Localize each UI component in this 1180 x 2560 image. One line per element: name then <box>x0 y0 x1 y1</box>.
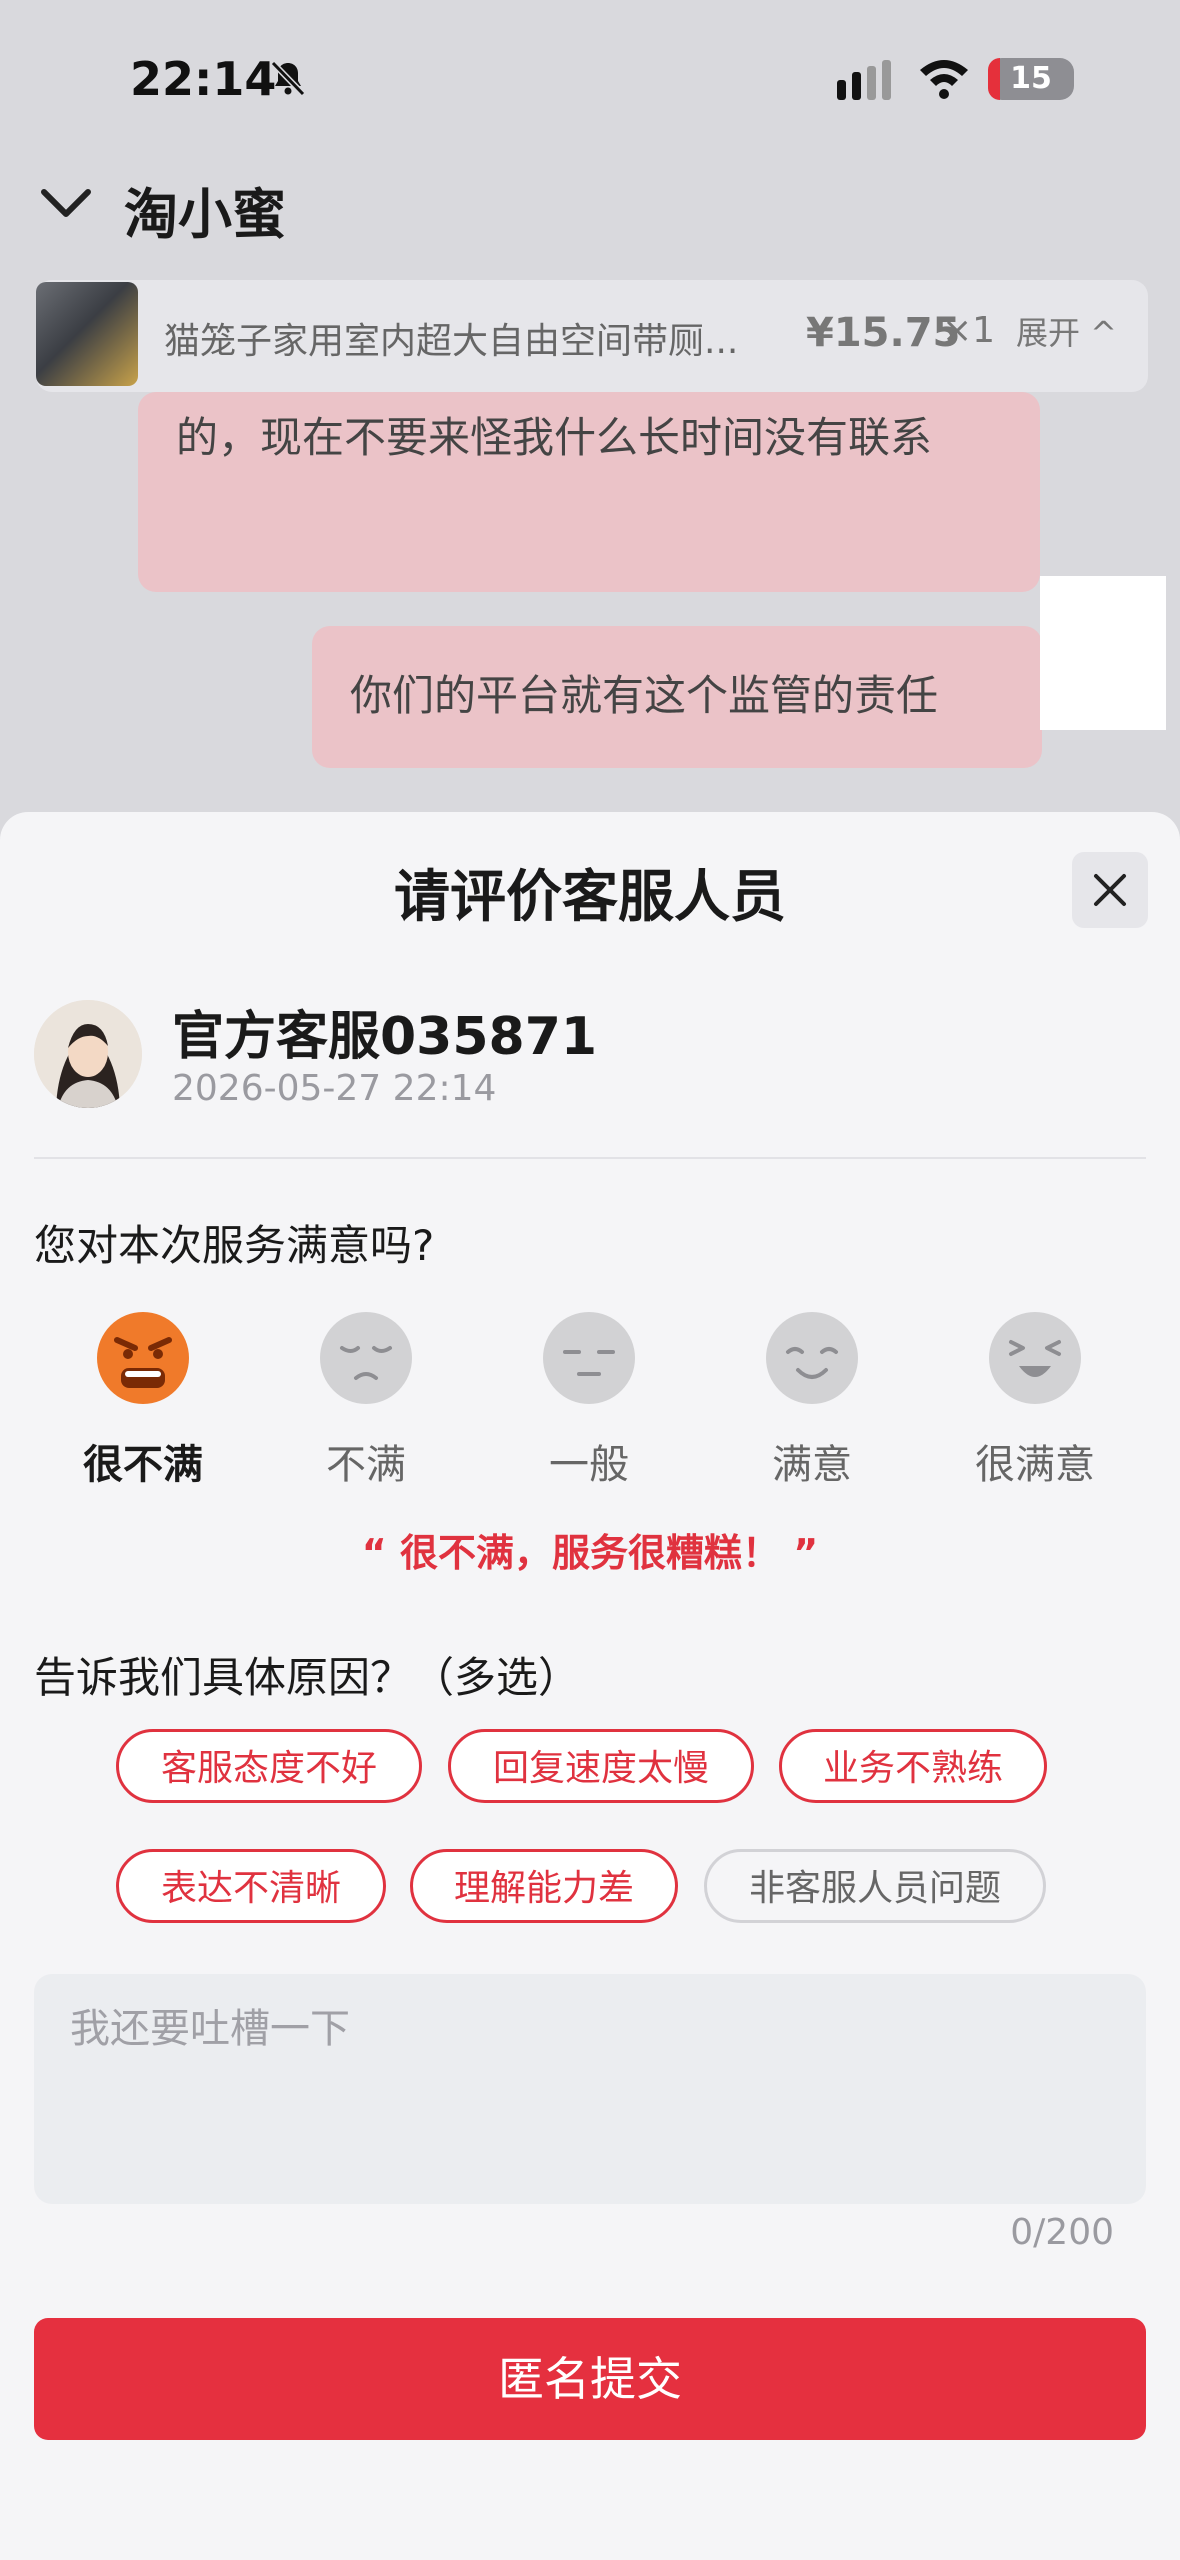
angry-face-icon <box>97 1312 189 1404</box>
battery-indicator: 15 <box>988 58 1074 100</box>
agent-name: 官方客服035871 <box>172 1007 598 1067</box>
reason-chip[interactable]: 非客服人员问题 <box>704 1849 1046 1923</box>
message-bubble: 的，现在不要来怪我什么长时间没有联系 <box>138 392 1040 592</box>
reason-chip[interactable]: 回复速度太慢 <box>448 1729 754 1803</box>
product-thumbnail <box>36 282 138 386</box>
reason-chip[interactable]: 表达不清晰 <box>116 1849 386 1923</box>
close-button[interactable] <box>1072 852 1148 928</box>
comment-box <box>34 1974 1146 2204</box>
product-price: ¥15.75 <box>806 310 961 356</box>
reason-chip[interactable]: 客服态度不好 <box>116 1729 422 1803</box>
neutral-face-icon <box>543 1312 635 1404</box>
rating-label: 满意 <box>772 1442 852 1488</box>
chat-title: 淘小蜜 <box>124 183 286 246</box>
rating-option-dissatisfied[interactable]: 不满 <box>276 1310 456 1490</box>
rating-label: 很满意 <box>975 1442 1095 1488</box>
status-bar: 22:14 15 <box>0 0 1180 150</box>
agent-avatar <box>34 1000 142 1108</box>
close-icon <box>1094 874 1126 906</box>
bell-muted-icon <box>270 60 306 97</box>
cellular-signal-icon <box>837 60 891 100</box>
unhappy-face-icon <box>320 1312 412 1404</box>
comment-input[interactable] <box>34 1974 1146 2204</box>
rating-option-satisfied[interactable]: 满意 <box>722 1310 902 1490</box>
reason-chip[interactable]: 理解能力差 <box>410 1849 678 1923</box>
avatar-icon <box>34 1000 142 1108</box>
rating-option-very-satisfied[interactable]: 很满意 <box>945 1310 1125 1490</box>
character-counter: 0/200 <box>1010 2212 1114 2253</box>
rating-option-very-dissatisfied[interactable]: 很不满 <box>53 1310 233 1490</box>
rating-label: 不满 <box>326 1442 406 1488</box>
battery-level-text: 15 <box>1010 61 1052 96</box>
laugh-face-icon <box>989 1312 1081 1404</box>
product-quantity: ×1 <box>942 310 996 351</box>
product-name: 猫笼子家用室内超大自由空间带厕... <box>164 321 739 362</box>
rating-label: 一般 <box>549 1442 629 1488</box>
anonymous-submit-button[interactable]: 匿名提交 <box>34 2318 1146 2440</box>
smile-face-icon <box>766 1312 858 1404</box>
reasons-question: 告诉我们具体原因？（多选） <box>34 1653 581 1702</box>
expand-button[interactable]: 展开 ^ <box>1016 308 1117 354</box>
agent-timestamp: 2026-05-27 22:14 <box>172 1068 497 1109</box>
product-card[interactable]: 猫笼子家用室内超大自由空间带厕... ¥15.75 ×1 展开 ^ <box>36 280 1148 392</box>
sheet-title: 请评价客服人员 <box>394 865 786 930</box>
rating-sheet: 请评价客服人员 官方客服035871 2026-05-27 22:14 您对本次… <box>0 812 1180 2560</box>
reason-chip[interactable]: 业务不熟练 <box>779 1729 1047 1803</box>
rating-label: 很不满 <box>83 1442 203 1488</box>
chat-background: 22:14 15 淘小蜜 的，现在不要来怪我什么长时间没有联系 你们的平台就有这… <box>0 0 1180 850</box>
image-placeholder <box>1040 576 1166 730</box>
rating-option-neutral[interactable]: 一般 <box>499 1310 679 1490</box>
chevron-down-icon[interactable] <box>38 182 94 226</box>
message-bubble: 你们的平台就有这个监管的责任 <box>312 626 1042 768</box>
wifi-icon <box>920 60 968 99</box>
satisfaction-question: 您对本次服务满意吗? <box>34 1221 435 1270</box>
status-time: 22:14 <box>130 52 277 106</box>
divider <box>34 1157 1146 1159</box>
rating-feedback-text: “ 很不满，服务很糟糕！ ” <box>361 1531 819 1575</box>
